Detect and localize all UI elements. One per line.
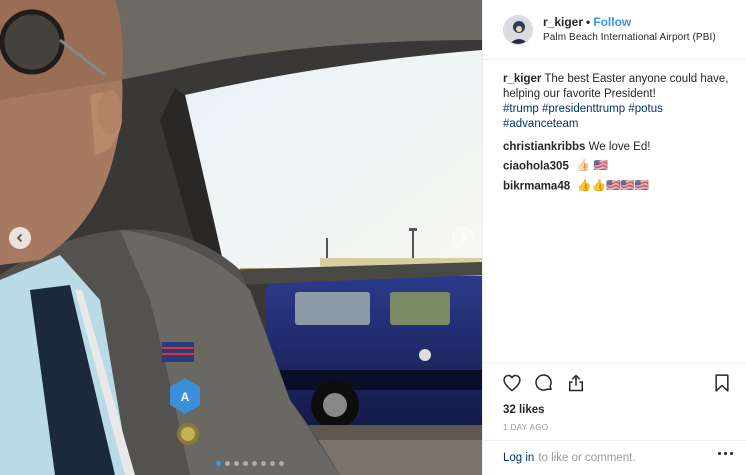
more-options-icon (718, 452, 721, 455)
carousel-dot (243, 461, 248, 466)
comment-text: We love Ed! (588, 141, 651, 153)
carousel-dot (216, 461, 221, 466)
hashtag-link[interactable]: #presidenttrump (542, 103, 625, 115)
post-sidebar: r_kiger • Follow Palm Beach International … (482, 0, 746, 475)
comment-item: christiankribbs We love Ed! (503, 140, 730, 155)
share-icon (569, 374, 583, 392)
action-bar: 32 likes 1 DAY AGO (483, 363, 746, 432)
hashtag-link[interactable]: #advanceteam (503, 118, 578, 130)
profile-picture (504, 15, 532, 44)
carousel-dot (270, 461, 275, 466)
comment-bubble-icon (535, 374, 552, 391)
svg-text:A: A (181, 390, 190, 404)
login-prompt: Log in to like or comment. (483, 440, 746, 475)
chevron-right-icon (460, 233, 467, 243)
login-prompt-text: to like or comment. (538, 452, 636, 464)
hashtag-link[interactable]: #potus (628, 103, 663, 115)
save-button[interactable] (711, 372, 733, 394)
carousel-dot (252, 461, 257, 466)
comment-list: r_kiger The best Easter anyone could hav… (483, 60, 746, 194)
previous-photo-button[interactable] (9, 227, 31, 249)
header-text: r_kiger • Follow Palm Beach International … (543, 15, 716, 45)
comment-username[interactable]: christiankribbs (503, 141, 585, 153)
carousel-dot (225, 461, 230, 466)
carousel-indicator (216, 461, 284, 466)
carousel-dot (261, 461, 266, 466)
chevron-left-icon (16, 233, 23, 243)
comment-item: bikrmama48 👍👍🇺🇸🇺🇸🇺🇸 (503, 179, 730, 195)
more-options-button[interactable] (718, 452, 733, 455)
next-photo-button[interactable] (452, 227, 474, 249)
post-header: r_kiger • Follow Palm Beach International … (483, 0, 746, 60)
comment-username[interactable]: ciaohola305 (503, 161, 569, 173)
comment-username[interactable]: bikrmama48 (503, 180, 570, 192)
caption-username[interactable]: r_kiger (503, 73, 541, 85)
instagram-post: A r_kiger • Follow Palm Beach Internatio… (0, 0, 746, 475)
like-count[interactable]: 32 likes (503, 404, 746, 416)
follow-button[interactable]: Follow (593, 15, 631, 29)
bookmark-icon (715, 374, 729, 392)
selfie-in-car-photo: A (0, 0, 482, 475)
location-link[interactable]: Palm Beach International Airport (PBI) (543, 30, 716, 45)
heart-icon (503, 374, 521, 392)
hashtag-link[interactable]: #trump (503, 103, 539, 115)
post-timestamp[interactable]: 1 DAY AGO (503, 423, 746, 432)
post-photo[interactable]: A (0, 0, 482, 475)
login-link[interactable]: Log in (503, 452, 534, 464)
username-link[interactable]: r_kiger (543, 15, 583, 29)
dot-separator: • (586, 14, 591, 29)
comment-emoji: 👍👍🇺🇸🇺🇸🇺🇸 (577, 179, 649, 192)
caption: r_kiger The best Easter anyone could hav… (503, 72, 730, 132)
share-button[interactable] (565, 372, 587, 394)
avatar[interactable] (503, 14, 533, 45)
comment-emoji: 👍🏻 🇺🇸 (576, 160, 608, 172)
like-button[interactable] (501, 372, 523, 394)
carousel-dot (279, 461, 284, 466)
comment-button[interactable] (533, 372, 555, 394)
carousel-dot (234, 461, 239, 466)
comment-item: ciaohola305 👍🏻 🇺🇸 (503, 159, 730, 175)
